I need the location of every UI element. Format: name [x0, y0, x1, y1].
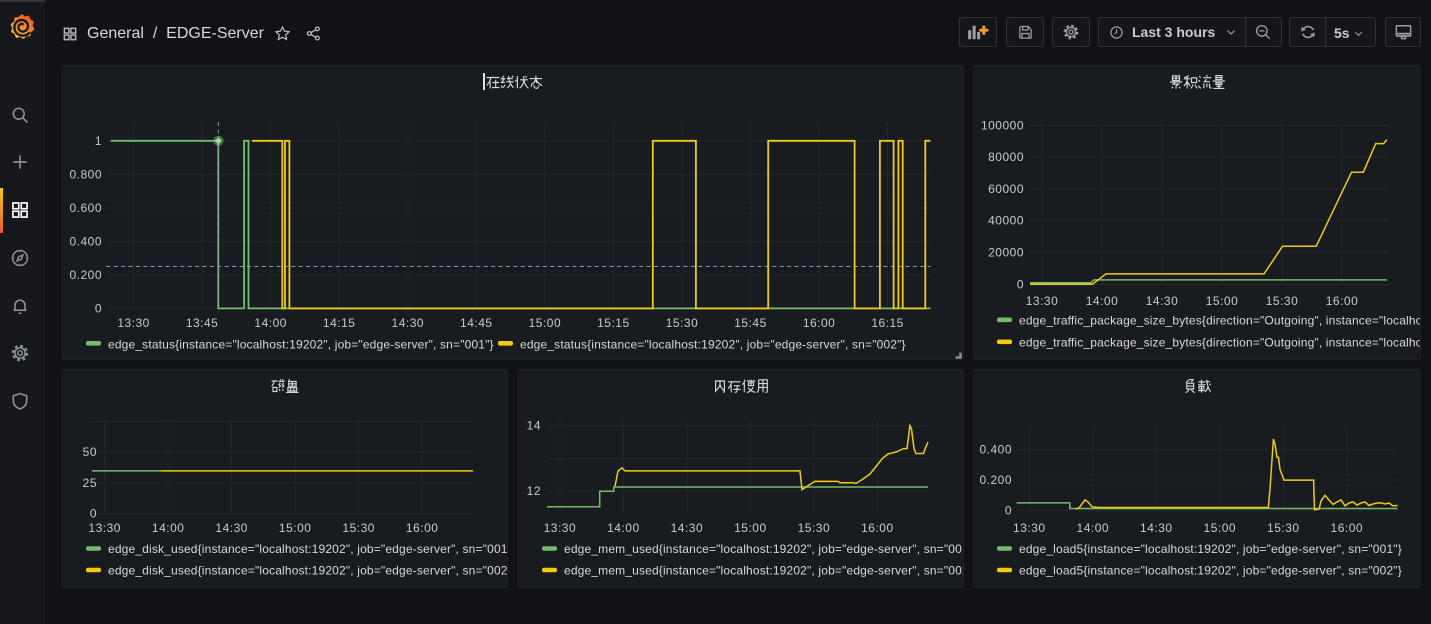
svg-text:15:30: 15:30 [666, 316, 699, 330]
svg-text:14:00: 14:00 [607, 521, 640, 535]
svg-text:14: 14 [527, 419, 541, 433]
svg-text:0.400: 0.400 [69, 235, 102, 249]
svg-text:edge_traffic_package_size_byte: edge_traffic_package_size_bytes{directio… [1019, 336, 1420, 350]
svg-text:edge_load5{instance="localhost: edge_load5{instance="localhost:19202", j… [1019, 542, 1402, 556]
svg-text:16:00: 16:00 [861, 521, 894, 535]
svg-text:0: 0 [95, 302, 102, 316]
svg-text:14:45: 14:45 [460, 316, 493, 330]
svg-text:14:00: 14:00 [254, 316, 287, 330]
svg-text:12: 12 [527, 484, 541, 498]
svg-text:0: 0 [90, 507, 97, 521]
svg-text:13:30: 13:30 [1026, 294, 1059, 308]
svg-text:0.200: 0.200 [69, 268, 102, 282]
svg-text:15:00: 15:00 [1206, 294, 1239, 308]
svg-text:16:00: 16:00 [406, 521, 439, 535]
svg-text:13:30: 13:30 [1013, 521, 1046, 535]
svg-text:15:30: 15:30 [1267, 521, 1300, 535]
svg-text:edge_load5{instance="localhost: edge_load5{instance="localhost:19202", j… [1019, 564, 1402, 578]
svg-text:40000: 40000 [988, 214, 1024, 228]
svg-text:edge_mem_used{instance="localh: edge_mem_used{instance="localhost:19202"… [564, 564, 963, 578]
svg-text:25: 25 [83, 476, 97, 490]
svg-text:edge_traffic_package_size_byte: edge_traffic_package_size_bytes{directio… [1019, 314, 1420, 328]
svg-text:14:30: 14:30 [671, 521, 704, 535]
svg-text:13:30: 13:30 [117, 316, 150, 330]
svg-text:14:30: 14:30 [215, 521, 248, 535]
svg-text:0.400: 0.400 [979, 443, 1012, 457]
svg-text:20000: 20000 [988, 246, 1024, 260]
svg-text:16:00: 16:00 [1331, 521, 1364, 535]
svg-text:13:45: 13:45 [186, 316, 219, 330]
svg-text:15:30: 15:30 [798, 521, 831, 535]
svg-text:14:00: 14:00 [1086, 294, 1119, 308]
svg-text:edge_disk_used{instance="local: edge_disk_used{instance="localhost:19202… [108, 564, 507, 578]
svg-text:0.600: 0.600 [69, 201, 102, 215]
svg-text:14:30: 14:30 [392, 316, 425, 330]
svg-text:edge_status{instance="localhos: edge_status{instance="localhost:19202", … [108, 338, 494, 352]
svg-text:14:00: 14:00 [152, 521, 185, 535]
svg-text:50: 50 [83, 445, 97, 459]
svg-text:16:00: 16:00 [1326, 294, 1359, 308]
svg-text:15:30: 15:30 [1266, 294, 1299, 308]
svg-text:edge_status{instance="localhos: edge_status{instance="localhost:19202", … [520, 338, 906, 352]
svg-text:13:30: 13:30 [544, 521, 577, 535]
svg-text:80000: 80000 [988, 150, 1024, 164]
svg-text:14:00: 14:00 [1077, 521, 1110, 535]
svg-text:15:00: 15:00 [529, 316, 562, 330]
svg-text:14:15: 14:15 [323, 316, 356, 330]
svg-text:0: 0 [1017, 277, 1024, 291]
svg-text:16:15: 16:15 [871, 316, 904, 330]
svg-text:edge_mem_used{instance="localh: edge_mem_used{instance="localhost:19202"… [564, 542, 963, 556]
svg-text:15:30: 15:30 [342, 521, 375, 535]
svg-text:1: 1 [95, 134, 102, 148]
svg-text:15:00: 15:00 [279, 521, 312, 535]
svg-text:15:00: 15:00 [1204, 521, 1237, 535]
svg-text:15:00: 15:00 [734, 521, 767, 535]
svg-text:0.200: 0.200 [979, 473, 1012, 487]
svg-text:60000: 60000 [988, 182, 1024, 196]
svg-text:16:00: 16:00 [803, 316, 836, 330]
svg-text:0: 0 [1005, 504, 1012, 518]
svg-text:15:45: 15:45 [734, 316, 767, 330]
svg-text:0.800: 0.800 [69, 168, 102, 182]
svg-text:13:30: 13:30 [88, 521, 121, 535]
svg-text:14:30: 14:30 [1146, 294, 1179, 308]
svg-text:edge_disk_used{instance="local: edge_disk_used{instance="localhost:19202… [108, 542, 507, 556]
svg-text:100000: 100000 [981, 119, 1024, 133]
svg-text:15:15: 15:15 [597, 316, 630, 330]
svg-text:14:30: 14:30 [1140, 521, 1173, 535]
